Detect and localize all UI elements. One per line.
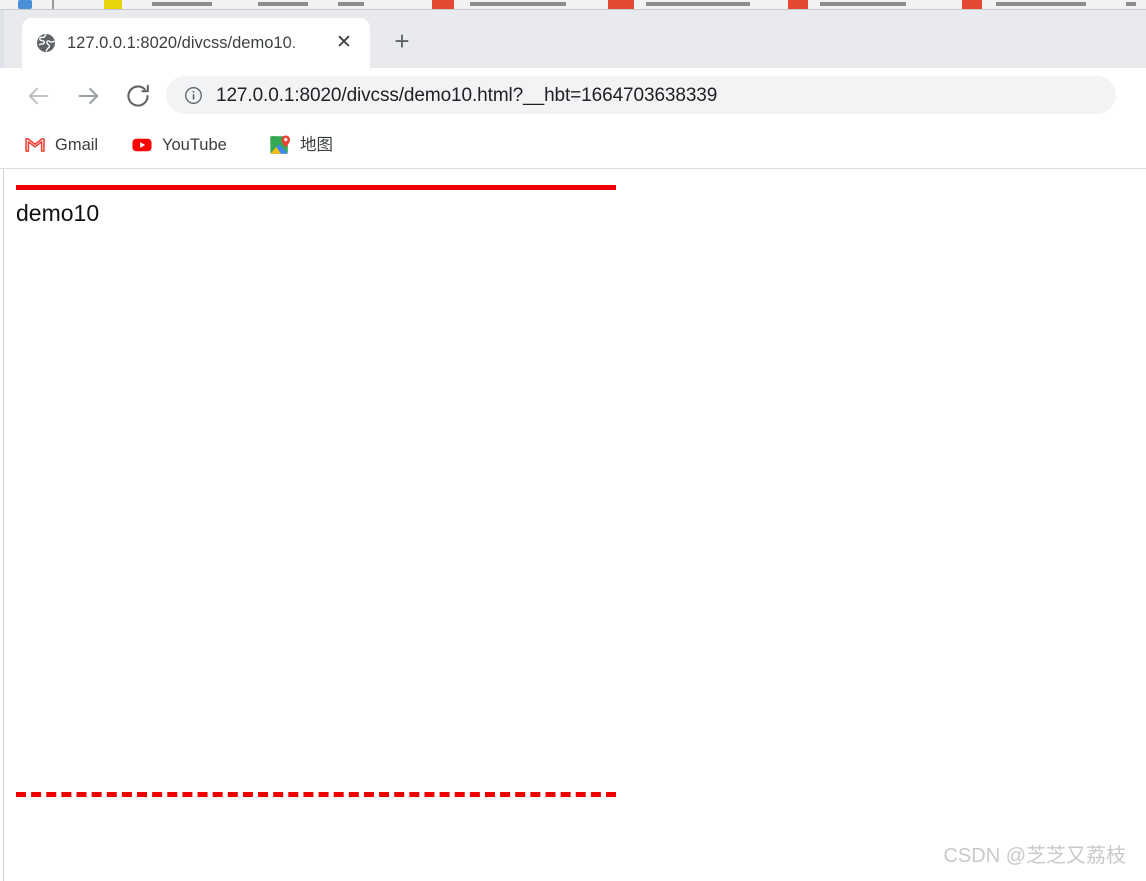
clipped-fragment <box>470 2 566 6</box>
gmail-icon <box>24 134 46 156</box>
clipped-fragment <box>338 2 364 6</box>
clipped-fragment <box>608 0 634 9</box>
browser-toolbar: 127.0.0.1:8020/divcss/demo10.html?__hbt=… <box>0 68 1146 123</box>
clipped-fragment <box>646 2 750 6</box>
bookmark-youtube[interactable]: YouTube <box>125 131 233 159</box>
clipped-background-window-strip <box>0 0 1146 10</box>
reload-icon[interactable] <box>124 82 152 110</box>
clipped-fragment <box>104 0 122 9</box>
browser-window: 127.0.0.1:8020/divcss/demo10. ✕ + 127.0.… <box>0 10 1146 881</box>
page-viewport: demo10 CSDN @芝芝又荔枝 <box>0 169 1146 881</box>
forward-arrow-icon[interactable] <box>75 82 103 110</box>
youtube-icon <box>131 134 153 156</box>
clipped-fragment <box>18 0 32 9</box>
clipped-fragment <box>258 2 308 6</box>
bookmark-label: Gmail <box>55 136 99 154</box>
address-bar-url[interactable]: 127.0.0.1:8020/divcss/demo10.html?__hbt=… <box>216 83 717 108</box>
demo-bordered-box: demo10 <box>16 185 616 797</box>
page-heading: demo10 <box>16 200 100 226</box>
clipped-fragment <box>152 2 212 6</box>
google-maps-icon <box>269 134 291 156</box>
clipped-fragment <box>820 2 906 6</box>
csdn-watermark: CSDN @芝芝又荔枝 <box>943 845 1126 867</box>
clipped-fragment <box>432 0 454 9</box>
browser-tab-active[interactable]: 127.0.0.1:8020/divcss/demo10. ✕ <box>22 18 370 68</box>
clipped-fragment <box>996 2 1086 6</box>
viewport-left-edge <box>3 169 4 881</box>
bookmark-gmail[interactable]: Gmail <box>18 131 104 159</box>
tab-title: 127.0.0.1:8020/divcss/demo10. <box>67 34 297 52</box>
bookmark-maps[interactable]: 地图 <box>263 131 339 159</box>
clipped-fragment <box>788 0 808 9</box>
info-circle-icon[interactable] <box>184 86 203 105</box>
bookmark-label: YouTube <box>162 136 227 154</box>
bookmarks-bar: Gmail YouTube 地图 <box>0 123 1146 169</box>
globe-icon <box>36 33 56 53</box>
tab-strip-left-edge <box>0 10 4 68</box>
new-tab-button[interactable]: + <box>388 28 416 56</box>
clipped-fragment <box>52 0 54 9</box>
tab-strip: 127.0.0.1:8020/divcss/demo10. ✕ + <box>0 10 1146 68</box>
clipped-fragment <box>962 0 982 9</box>
bookmark-label: 地图 <box>300 136 333 154</box>
address-bar[interactable]: 127.0.0.1:8020/divcss/demo10.html?__hbt=… <box>166 76 1116 114</box>
tab-close-icon[interactable]: ✕ <box>332 31 356 55</box>
clipped-fragment <box>1126 2 1136 6</box>
back-arrow-icon[interactable] <box>24 82 52 110</box>
